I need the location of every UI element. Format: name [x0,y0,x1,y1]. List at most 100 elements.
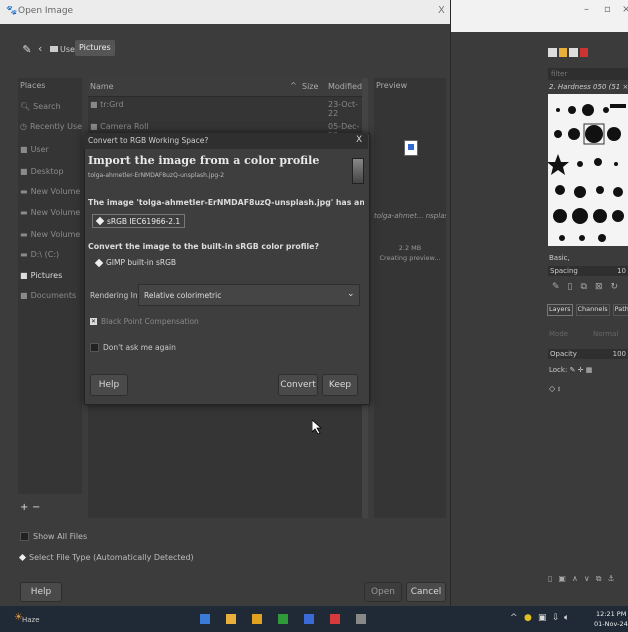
new-brush-icon[interactable]: ▯ [568,282,573,292]
convert-question: Convert the image to the built-in sRGB c… [88,242,319,251]
convert-help-button[interactable]: Help [90,374,128,396]
delete-brush-icon[interactable]: ⊠ [595,282,603,292]
place-documents[interactable]: ■ Documents [20,288,82,302]
anchor-icon[interactable]: ⚓ [607,574,614,586]
brush-icon[interactable] [569,48,578,57]
duplicate-brush-icon[interactable]: ⧉ [581,282,587,292]
builtin-profile-radio[interactable]: GIMP built-in sRGB [94,258,176,267]
sort-arrow-icon: ^ [290,81,297,90]
maximize-button[interactable]: ▫ [604,4,611,15]
column-name[interactable]: Name [90,82,114,91]
embedded-profile-radio[interactable]: sRGB IEC61966-2.1 [92,214,186,228]
brush-actions: ✎ ▯ ⧉ ⊠ ↻ [552,282,628,292]
explorer-icon[interactable] [226,614,236,624]
clock-date[interactable]: 01-Nov-24 [594,620,628,628]
weather-text[interactable]: Haze [22,616,40,624]
radio-icon [95,216,105,226]
select-file-type-expander[interactable]: Select File Type (Automatically Detected… [18,553,194,562]
table-row[interactable]: ■ tr:Grd 23-Oct-22 [90,100,366,118]
tool-options-icons[interactable] [548,48,588,60]
lock-row: Lock: ✎ ✛ ▦ [549,366,592,374]
lower-layer-icon[interactable]: ∨ [584,574,590,586]
tab-layers[interactable]: Layers [547,304,573,316]
type-location-button[interactable]: ✎ [18,40,36,58]
dialog-title: Open Image [18,6,74,16]
folder-icon: ■ [20,290,28,300]
tray-app-icon[interactable]: ● [524,613,532,623]
minimize-button[interactable]: – [584,4,589,15]
app-icon[interactable] [330,614,340,624]
search-icon: 🔍︎ [20,101,31,111]
place-volume-d[interactable]: ▬New Volume (D:) [20,227,82,241]
preview-header: Preview [376,81,408,90]
convert-close-button[interactable]: X [356,135,362,145]
tray-app-icon[interactable]: ▣ [538,613,547,623]
convert-button[interactable]: Convert [278,374,318,396]
taskbar-apps [200,614,450,628]
place-user[interactable]: ■ User [20,142,82,156]
cancel-button[interactable]: Cancel [406,582,446,602]
new-group-icon[interactable]: ▣ [558,574,566,586]
usb-icon[interactable]: ⇩ [552,613,560,623]
pattern-icon[interactable] [579,48,588,57]
volume-icon[interactable]: 🔈︎ [564,613,569,623]
app-icon[interactable] [278,614,288,624]
preview-filename: tolga-ahmet... nsplash.jpg [374,212,446,220]
back-arrow-icon[interactable]: ‹ [38,42,50,56]
file-list-header: Name ^ Size Modified [88,78,368,97]
help-button[interactable]: Help [20,582,62,602]
keep-button[interactable]: Keep [322,374,358,396]
tab-channels[interactable]: Channels [575,304,610,316]
close-window-button[interactable]: × [622,4,628,15]
folder-icon: ■ [20,270,28,280]
place-recent[interactable]: ◷ Recently Used [20,119,82,133]
show-all-files-checkbox[interactable]: Show All Files [20,532,87,541]
column-modified[interactable]: Modified [328,82,362,91]
taskbar: ☀ Haze ^ ● ▣ ⇩ 🔈︎ 12:21 PM 01-Nov-24 [0,606,628,632]
drive-icon: ▬ [20,249,28,259]
close-dialog-button[interactable]: X [438,5,445,16]
mode-row[interactable]: Mode Normal [549,330,628,338]
remove-bookmark-button[interactable]: − [32,502,40,513]
open-image-titlebar: 🐾 Open Image X [0,0,450,24]
convert-heading: Import the image from a color profile [88,154,320,167]
tool-icon[interactable] [548,48,557,57]
black-point-checkbox[interactable]: ✕ Black Point Compensation [90,317,199,326]
app-icon[interactable] [304,614,314,624]
dont-ask-checkbox[interactable]: Don't ask me again [90,343,176,352]
opacity-slider[interactable]: Opacity 100 [548,349,628,359]
place-volume-f[interactable]: ▬New Volume (F:) [20,184,82,198]
raise-layer-icon[interactable]: ∧ [572,574,578,586]
edit-brush-icon[interactable]: ✎ [552,282,560,292]
place-desktop[interactable]: ■ Desktop [20,164,82,178]
brushes-grid[interactable] [548,94,628,246]
color-icon[interactable] [558,48,567,57]
spacing-slider[interactable]: Spacing 10 [548,266,628,276]
place-search[interactable]: 🔍︎ Search [20,99,82,113]
windows-start-icon[interactable] [200,614,210,624]
convert-subtitle: tolga-ahmetler-ErNMDAF8uzQ-unsplash.jpg-… [88,172,225,179]
gimp-taskbar-icon[interactable] [356,614,366,624]
place-volume-e[interactable]: ▬New Volume (E:) [20,205,82,219]
breadcrumb-pictures[interactable]: Pictures [75,40,115,56]
open-button[interactable]: Open [364,582,402,602]
rendering-intent-select[interactable]: Relative colorimetric ⌄ [138,284,360,306]
breadcrumb-user[interactable]: User [50,42,78,56]
add-bookmark-button[interactable]: + [20,502,28,513]
tab-paths[interactable]: Paths [612,304,628,316]
place-pictures[interactable]: ■ Pictures [20,268,82,282]
clock-time[interactable]: 12:21 PM [596,610,626,618]
refresh-brush-icon[interactable]: ↻ [610,282,618,292]
app-icon[interactable] [252,614,262,624]
gimp-logo-icon: 🐾 [6,6,18,16]
column-size[interactable]: Size [302,82,318,91]
place-drive-c[interactable]: ▬ D:\ (C:) [20,247,82,261]
table-row[interactable]: ■ Camera Roll 05-Dec-23 [90,122,366,140]
lock-pixels-icon[interactable]: ✎ ✛ ▦ [570,366,593,374]
brush-tag: Basic, [549,254,570,262]
new-layer-icon[interactable]: ▯ [548,574,552,586]
tray-chevron-icon[interactable]: ^ [510,613,518,623]
layer-lock-icons[interactable]: ◇ ⦂ [549,384,560,394]
duplicate-layer-icon[interactable]: ⧉ [596,574,602,586]
brush-filter-input[interactable]: filter [548,68,628,80]
